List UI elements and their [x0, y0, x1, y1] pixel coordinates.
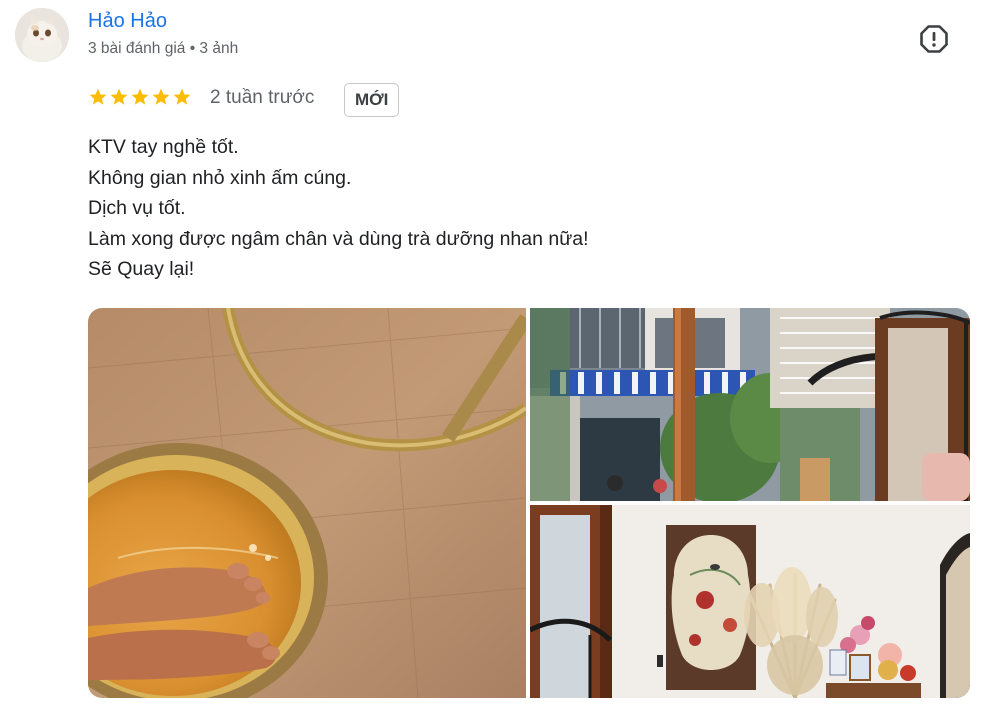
review-time: 2 tuần trước	[210, 87, 315, 108]
review-text: KTV tay nghề tốt. Không gian nhỏ xinh ấm…	[88, 132, 589, 285]
star-icon	[89, 88, 107, 105]
reviewer-meta: 3 bài đánh giá • 3 ảnh	[88, 40, 239, 57]
review-line: KTV tay nghề tốt.	[88, 136, 239, 158]
star-icon	[173, 88, 191, 105]
cat-avatar-icon	[15, 8, 69, 62]
review-line: Dịch vụ tốt.	[88, 197, 186, 219]
reviewer-name[interactable]: Hảo Hảo	[88, 10, 167, 33]
street-view-photo[interactable]	[530, 308, 970, 501]
avatar[interactable]	[15, 8, 69, 62]
review-line: Không gian nhỏ xinh ấm cúng.	[88, 166, 352, 189]
star-rating	[88, 87, 192, 107]
report-button[interactable]	[919, 24, 949, 54]
review-line: Làm xong được ngâm chân và dùng trà dưỡn…	[88, 227, 589, 250]
star-icon	[131, 88, 149, 105]
star-icon	[152, 88, 170, 105]
spa-interior-photo[interactable]	[530, 505, 970, 698]
new-badge: MỚI	[344, 83, 400, 117]
review-line: Sẽ Quay lại!	[88, 258, 195, 280]
foot-soak-photo[interactable]	[88, 308, 526, 698]
report-icon	[920, 25, 948, 53]
star-icon	[110, 88, 128, 105]
